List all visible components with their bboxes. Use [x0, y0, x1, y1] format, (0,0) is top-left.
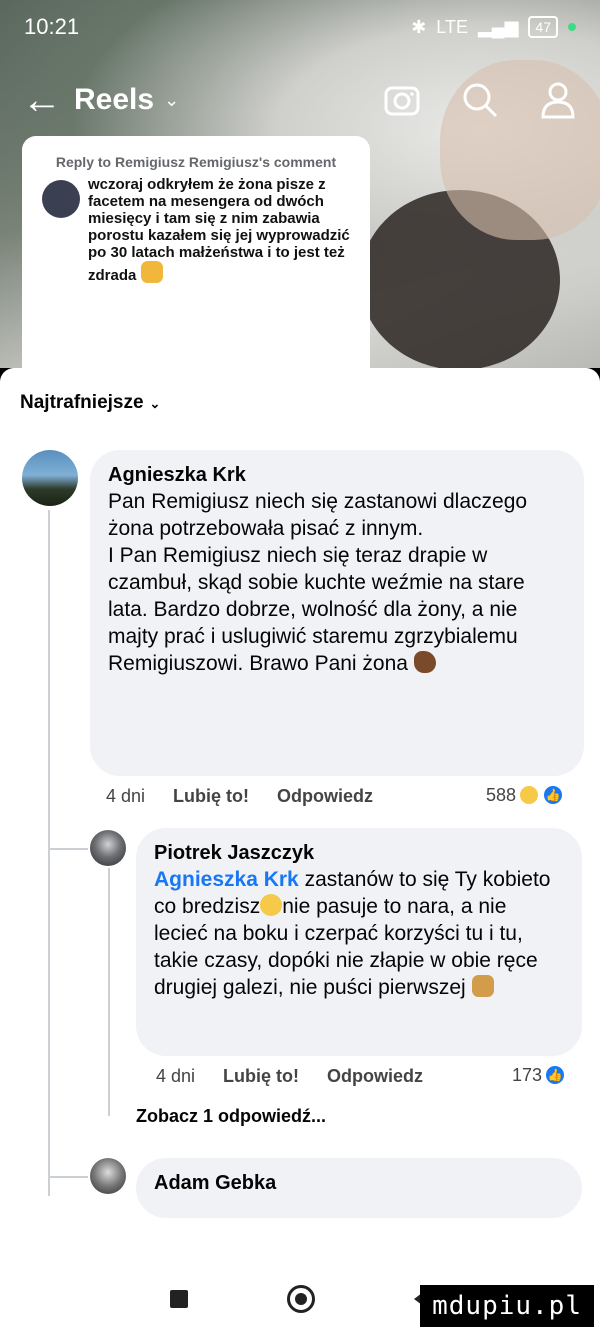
comment-bubble[interactable]: Agnieszka Krk Pan Remigiusz niech się za…	[90, 450, 584, 776]
reply-thread-line	[108, 868, 110, 1116]
muscle-emoji-icon	[413, 651, 436, 673]
reels-header: ← Reels ⌄	[0, 72, 600, 128]
network-label: LTE	[436, 16, 468, 37]
avatar	[42, 180, 80, 218]
avatar[interactable]	[90, 830, 126, 866]
avatar[interactable]	[22, 450, 78, 506]
comments-sheet: Najtrafniejsze ⌄ Agnieszka Krk Pan Remigi…	[0, 368, 600, 1264]
status-icons: ✱ LTE ▂▄▆ 47	[411, 16, 576, 38]
reels-actions	[382, 80, 578, 120]
comment-time: 4 dni	[156, 1066, 196, 1086]
comment-author[interactable]: Piotrek Jaszczyk	[154, 840, 564, 866]
profile-icon[interactable]	[538, 80, 578, 120]
camera-icon[interactable]	[382, 80, 422, 120]
bluetooth-icon: ✱	[411, 16, 427, 37]
reels-title[interactable]: Reels	[74, 83, 154, 117]
thread-line	[48, 510, 50, 1196]
chevron-down-icon: ⌄	[149, 396, 161, 411]
comment-bubble[interactable]: Adam Gebka	[136, 1158, 582, 1218]
avatar[interactable]	[90, 1158, 126, 1194]
reaction-summary[interactable]: 173 👍	[512, 1064, 567, 1086]
status-bar: 10:21 ✱ LTE ▂▄▆ 47	[0, 0, 600, 54]
reply-sticker-body: wczoraj odkryłem że żona pisze z facetem…	[42, 176, 350, 284]
status-time: 10:21	[24, 14, 80, 39]
reply-button[interactable]: Odpowiedz	[277, 786, 373, 807]
reaction-summary[interactable]: 588 👍	[486, 784, 565, 806]
reply-connector	[48, 1176, 88, 1178]
reaction-count: 173	[512, 1064, 543, 1085]
back-arrow-icon[interactable]: ←	[22, 80, 62, 120]
comment-bubble[interactable]: Piotrek Jaszczyk Agnieszka Krk zastanów …	[136, 828, 582, 1056]
like-reaction-icon: 👍	[542, 784, 565, 806]
search-icon[interactable]	[460, 80, 500, 120]
like-button[interactable]: Lubię to!	[173, 786, 249, 807]
comment-author[interactable]: Adam Gebka	[154, 1170, 564, 1196]
see-more-replies-link[interactable]: Zobacz 1 odpowiedź...	[136, 1106, 326, 1127]
privacy-dot-icon	[568, 23, 576, 31]
thumbs-up-emoji-icon	[140, 261, 163, 283]
reply-button[interactable]: Odpowiedz	[327, 1066, 423, 1087]
comment-text: Pan Remigiusz niech się zastanowi dlacze…	[108, 490, 528, 675]
battery-icon: 47	[528, 16, 558, 38]
reaction-count: 588	[486, 784, 517, 805]
sort-selector[interactable]: Najtrafniejsze ⌄	[20, 392, 160, 414]
sort-label: Najtrafniejsze	[20, 392, 144, 413]
reply-sticker-text: wczoraj odkryłem że żona pisze z facetem…	[88, 176, 350, 284]
watermark-logo: mdupiu.pl	[420, 1285, 594, 1327]
reply-connector	[48, 848, 88, 850]
sweat-smile-emoji-icon	[260, 894, 283, 916]
haha-reaction-icon	[518, 784, 541, 806]
comment-time: 4 dni	[106, 786, 146, 806]
reel-video[interactable]: 10:21 ✱ LTE ▂▄▆ 47 ← Reels ⌄ Reply to Re…	[0, 0, 600, 368]
chevron-down-icon[interactable]: ⌄	[164, 90, 179, 111]
like-button[interactable]: Lubię to!	[223, 1066, 299, 1087]
recents-button[interactable]	[169, 1289, 188, 1308]
home-button[interactable]	[286, 1284, 315, 1313]
comment-author[interactable]: Agnieszka Krk	[108, 462, 566, 488]
facepalm-emoji-icon	[471, 975, 494, 997]
comment-actions: 4 dni Lubię to! Odpowiedz	[156, 1066, 423, 1087]
mention-link[interactable]: Agnieszka Krk	[154, 868, 299, 891]
signal-icon: ▂▄▆	[477, 16, 519, 37]
like-reaction-icon: 👍	[544, 1064, 567, 1086]
reply-sticker-header: Reply to Remigiusz Remigiusz's comment	[55, 154, 337, 170]
comment-actions: 4 dni Lubię to! Odpowiedz	[106, 786, 373, 807]
reply-sticker: Reply to Remigiusz Remigiusz's comment w…	[22, 136, 370, 368]
